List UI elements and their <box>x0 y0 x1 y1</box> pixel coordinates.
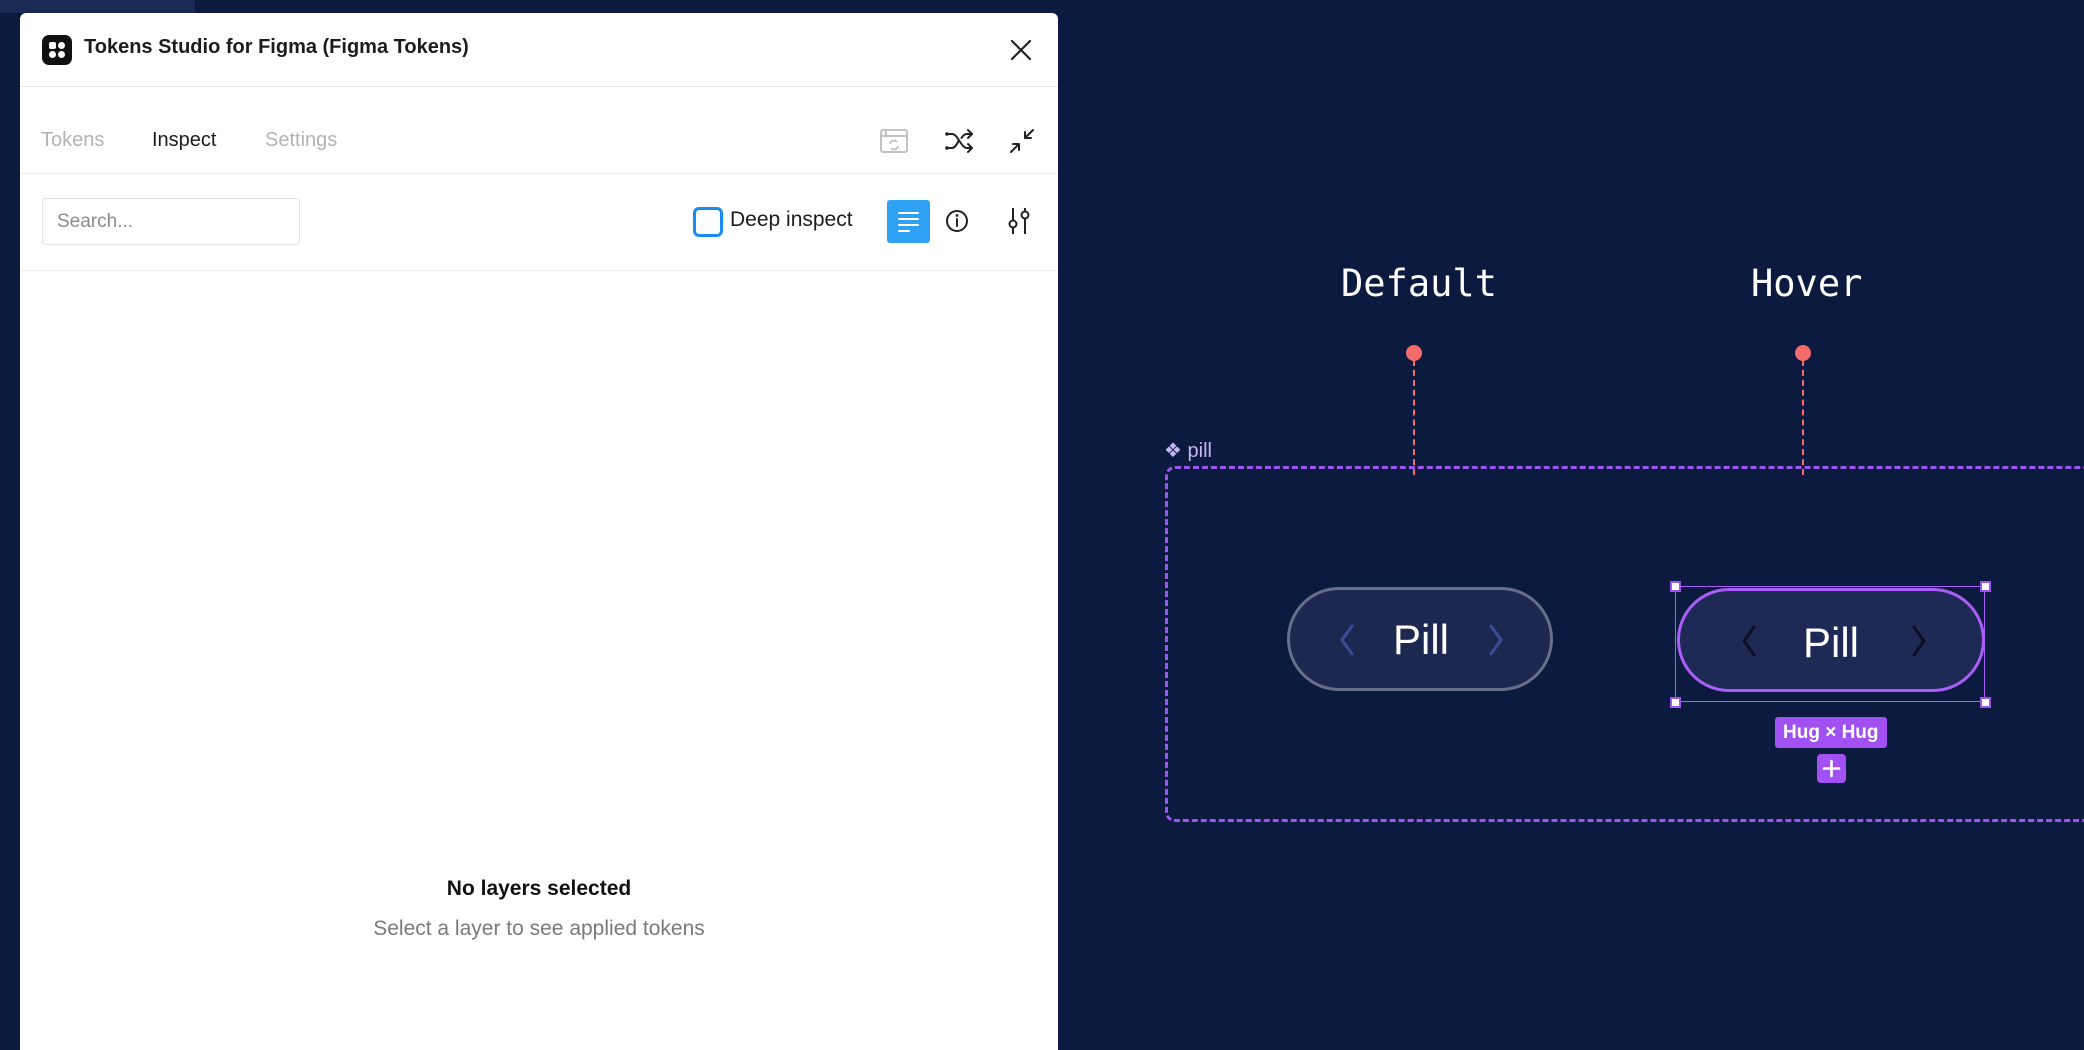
tab-bar: Tokens Inspect Settings <box>20 87 1058 174</box>
tab-inspect[interactable]: Inspect <box>152 129 216 152</box>
info-icon[interactable] <box>938 202 976 240</box>
component-set-label[interactable]: ❖ pill <box>1164 438 1212 463</box>
resize-handle-bottom-right[interactable] <box>1980 697 1991 708</box>
state-label-hover: Hover <box>1751 262 1863 305</box>
inspect-toolbar: Deep inspect <box>20 174 1058 271</box>
empty-state-subtitle: Select a layer to see applied tokens <box>373 917 705 940</box>
empty-state-title: No layers selected <box>446 877 632 900</box>
annotation-pin-default[interactable] <box>1406 345 1422 361</box>
tokens-studio-logo-icon <box>42 35 72 65</box>
pill-default[interactable]: Pill <box>1287 587 1553 691</box>
deep-inspect-checkbox[interactable] <box>693 207 723 237</box>
deep-inspect-label: Deep inspect <box>730 208 853 231</box>
close-icon[interactable] <box>1006 35 1036 65</box>
tab-tokens[interactable]: Tokens <box>41 129 104 152</box>
shuffle-icon[interactable] <box>942 123 978 159</box>
component-set-name: pill <box>1187 440 1212 462</box>
chevron-right-icon <box>1489 624 1503 656</box>
chevron-left-icon <box>1340 624 1354 656</box>
resize-handle-top-right[interactable] <box>1980 581 1991 592</box>
list-view-icon[interactable] <box>887 200 930 243</box>
selection-box <box>1675 586 1985 702</box>
annotation-line-default <box>1413 360 1415 475</box>
plugin-title: Tokens Studio for Figma (Figma Tokens) <box>84 36 469 58</box>
component-icon: ❖ <box>1164 440 1182 462</box>
state-label-default: Default <box>1341 262 1497 305</box>
search-input[interactable] <box>42 198 300 245</box>
resize-handle-bottom-left[interactable] <box>1670 697 1681 708</box>
plugin-panel: Tokens Studio for Figma (Figma Tokens) T… <box>20 13 1058 1050</box>
window-sync-icon[interactable] <box>876 123 912 159</box>
add-variant-plus-icon[interactable] <box>1817 754 1846 783</box>
canvas-top-strip <box>0 0 195 13</box>
pill-label: Pill <box>1393 616 1450 663</box>
resize-handle-top-left[interactable] <box>1670 581 1681 592</box>
annotation-line-hover <box>1802 360 1804 475</box>
annotation-pin-hover[interactable] <box>1795 345 1811 361</box>
plugin-titlebar: Tokens Studio for Figma (Figma Tokens) <box>20 13 1058 87</box>
collapse-icon[interactable] <box>1004 123 1040 159</box>
tab-settings[interactable]: Settings <box>265 129 337 152</box>
sizing-badge[interactable]: Hug × Hug <box>1775 717 1887 748</box>
sliders-icon[interactable] <box>1000 202 1038 240</box>
